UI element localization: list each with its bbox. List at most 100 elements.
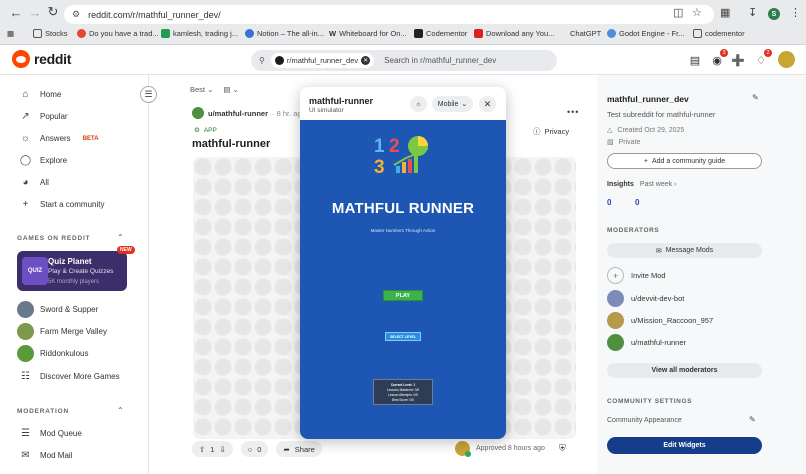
bookmark-item[interactable]: Codementor [414, 29, 467, 38]
bookmark-item[interactable]: codementor [693, 29, 745, 38]
logo-bar [414, 155, 418, 173]
more-options-icon[interactable]: ••• [567, 107, 579, 117]
ads-icon[interactable]: ▤ [688, 53, 702, 67]
select-level-button[interactable]: SELECT LEVEL [385, 332, 421, 341]
message-mods-button[interactable]: ✉ Message Mods [607, 243, 762, 258]
bookmark-item[interactable]: Stocks [33, 29, 68, 38]
app-icon: ⚙ [194, 127, 200, 134]
search-scope-chip[interactable]: r/mathful_runner_dev ✕ [270, 53, 375, 68]
moderator-item[interactable]: u/Mission_Raccoon_957 [607, 312, 713, 329]
url-text: reddit.com/r/mathful_runner_dev/ [88, 9, 221, 20]
bookmark-item[interactable]: Godot Engine - Fr... [607, 29, 684, 38]
game-item[interactable]: Sword & Supper [17, 301, 98, 318]
upvote-icon[interactable]: ⇧ [199, 445, 205, 454]
post-actions: ⇧ 1 ⇩ ○ 0 ➦ Share [192, 441, 322, 457]
quiz-planet-card[interactable]: QUIZ Quiz Planet Play & Create Quizzes 5… [17, 246, 135, 291]
chevron-up-icon[interactable]: ⌃ [117, 406, 124, 415]
moderation-heading: MODERATION [17, 408, 69, 415]
edit-widgets-button[interactable]: Edit Widgets [607, 437, 762, 454]
quiz-logo: QUIZ [22, 257, 48, 285]
download-icon[interactable]: ↧ [748, 6, 757, 19]
profile-avatar[interactable]: S [768, 8, 780, 20]
mail-icon: ✉ [655, 247, 662, 255]
back-icon[interactable]: ← [8, 4, 24, 20]
privacy-button[interactable]: ⓘ Privacy [533, 126, 569, 137]
edit-pencil-icon[interactable]: ✎ [752, 93, 759, 102]
reddit-logo[interactable]: reddit [12, 50, 71, 68]
author-avatar[interactable] [192, 107, 204, 119]
clear-scope-icon[interactable]: ✕ [361, 56, 371, 65]
bookmark-star-icon[interactable]: ☆ [692, 6, 702, 19]
invite-mod-button[interactable]: + Invite Mod [607, 267, 666, 284]
bookmark-item[interactable]: Notion – The all-in... [245, 29, 324, 38]
modal-title: mathful-runner [309, 96, 373, 106]
game-item[interactable]: Farm Merge Valley [17, 323, 107, 340]
sort-dropdown[interactable]: Best ⌄ [190, 85, 213, 94]
community-appearance-label: Community Appearance [607, 417, 682, 424]
sidebar-item-mod-queue[interactable]: ☰ Mod Queue [20, 428, 82, 439]
bookmark-item[interactable]: ChatGPT [570, 29, 601, 38]
menu-dots-icon[interactable]: ⋮ [790, 6, 801, 19]
comments-button[interactable]: ○ 0 [240, 441, 269, 457]
view-toggle-icon[interactable]: ▤ ⌄ [223, 85, 238, 94]
bookmark-item[interactable]: Do you have a trad... [77, 29, 159, 38]
post-author[interactable]: u/mathful-runner [208, 109, 268, 118]
collapse-sidebar-button[interactable]: ☰ [140, 86, 157, 103]
community-settings-heading: COMMUNITY SETTINGS [607, 398, 693, 405]
add-community-guide-button[interactable]: + Add a community guide [607, 153, 762, 169]
sort-controls: Best ⌄ ▤ ⌄ [190, 85, 239, 94]
device-select[interactable]: Mobile ⌄ [432, 96, 473, 112]
bookmark-item[interactable]: Download any You... [474, 29, 554, 38]
logo-bar [402, 162, 406, 173]
search-bar[interactable]: ⚲ r/mathful_runner_dev ✕ Search in r/mat… [251, 50, 557, 71]
search-input[interactable]: Search in r/mathful_runner_dev [384, 56, 496, 65]
shield-icon[interactable]: ⛨ [559, 443, 566, 454]
approved-status: Approved 8 hours ago [455, 441, 545, 457]
sidebar-item-popular[interactable]: ↗ Popular [20, 111, 67, 122]
sidebar-item-answers[interactable]: ☼ Answers BETA [20, 133, 99, 144]
bookmark-item[interactable]: kamlesh, trading j... [161, 29, 238, 38]
sidebar-item-home[interactable]: ⌂ Home [20, 89, 61, 100]
apps-icon[interactable]: ▦ [7, 29, 14, 38]
theme-toggle-button[interactable]: ☼ [410, 96, 427, 112]
hamburger-icon: ☰ [144, 89, 153, 99]
reload-icon[interactable]: ↻ [45, 4, 61, 20]
site-info-icon[interactable]: ⚙ [72, 9, 80, 20]
post-title[interactable]: mathful-runner [192, 138, 270, 150]
game-viewport[interactable]: 1 2 3 MATHFUL RUNNER Master Numbers Thro… [300, 120, 506, 439]
vote-control[interactable]: ⇧ 1 ⇩ [192, 441, 233, 457]
discover-games[interactable]: ☷ Discover More Games [20, 371, 120, 382]
browser-nav-row: ← → ↻ ⚙ reddit.com/r/mathful_runner_dev/… [0, 3, 806, 24]
close-icon: ✕ [483, 98, 492, 109]
sidebar-item-explore[interactable]: ◯ Explore [20, 155, 67, 166]
play-button[interactable]: PLAY [383, 290, 423, 301]
game-item[interactable]: Riddonkulous [17, 345, 88, 362]
address-bar[interactable]: ⚙ reddit.com/r/mathful_runner_dev/ [64, 5, 714, 24]
close-button[interactable]: ✕ [479, 96, 496, 112]
moderator-item[interactable]: u/mathful-runner [607, 334, 686, 351]
moderator-item[interactable]: u/devvit-dev-bot [607, 290, 684, 307]
post-time: · 8 hr. ag [272, 108, 302, 118]
extensions-icon[interactable]: ▦ [720, 6, 730, 19]
whiteboard-icon: W [329, 29, 337, 38]
cast-icon[interactable]: ◫ [673, 6, 683, 19]
downvote-icon[interactable]: ⇩ [219, 445, 225, 454]
games-heading: GAMES ON REDDIT [17, 235, 91, 242]
forward-icon[interactable]: → [27, 4, 43, 20]
chevron-up-icon[interactable]: ⌃ [117, 233, 124, 242]
chat-icon[interactable]: ◉ 3 [710, 49, 728, 67]
user-avatar[interactable] [778, 51, 795, 68]
insights-period-link[interactable]: Past week › [640, 181, 677, 188]
game-logo: 1 2 3 [374, 136, 429, 178]
notifications-icon[interactable]: ♢ 2 [754, 49, 772, 67]
create-post-icon[interactable]: ➕ [731, 53, 745, 67]
share-button[interactable]: ➦ Share [276, 441, 322, 457]
modal-subtitle: UI simulator [309, 107, 344, 114]
edit-pencil-icon[interactable]: ✎ [749, 415, 756, 424]
ui-simulator-modal: mathful-runner UI simulator ☼ Mobile ⌄ ✕ … [300, 87, 506, 439]
sidebar-item-start-community[interactable]: + Start a community [20, 199, 105, 210]
sidebar-item-all[interactable]: ◕ All [20, 177, 48, 188]
view-all-moderators-button[interactable]: View all moderators [607, 363, 762, 378]
sidebar-item-mod-mail[interactable]: ✉ Mod Mail [20, 450, 72, 461]
bookmark-item[interactable]: W Whiteboard for On... [329, 29, 407, 38]
